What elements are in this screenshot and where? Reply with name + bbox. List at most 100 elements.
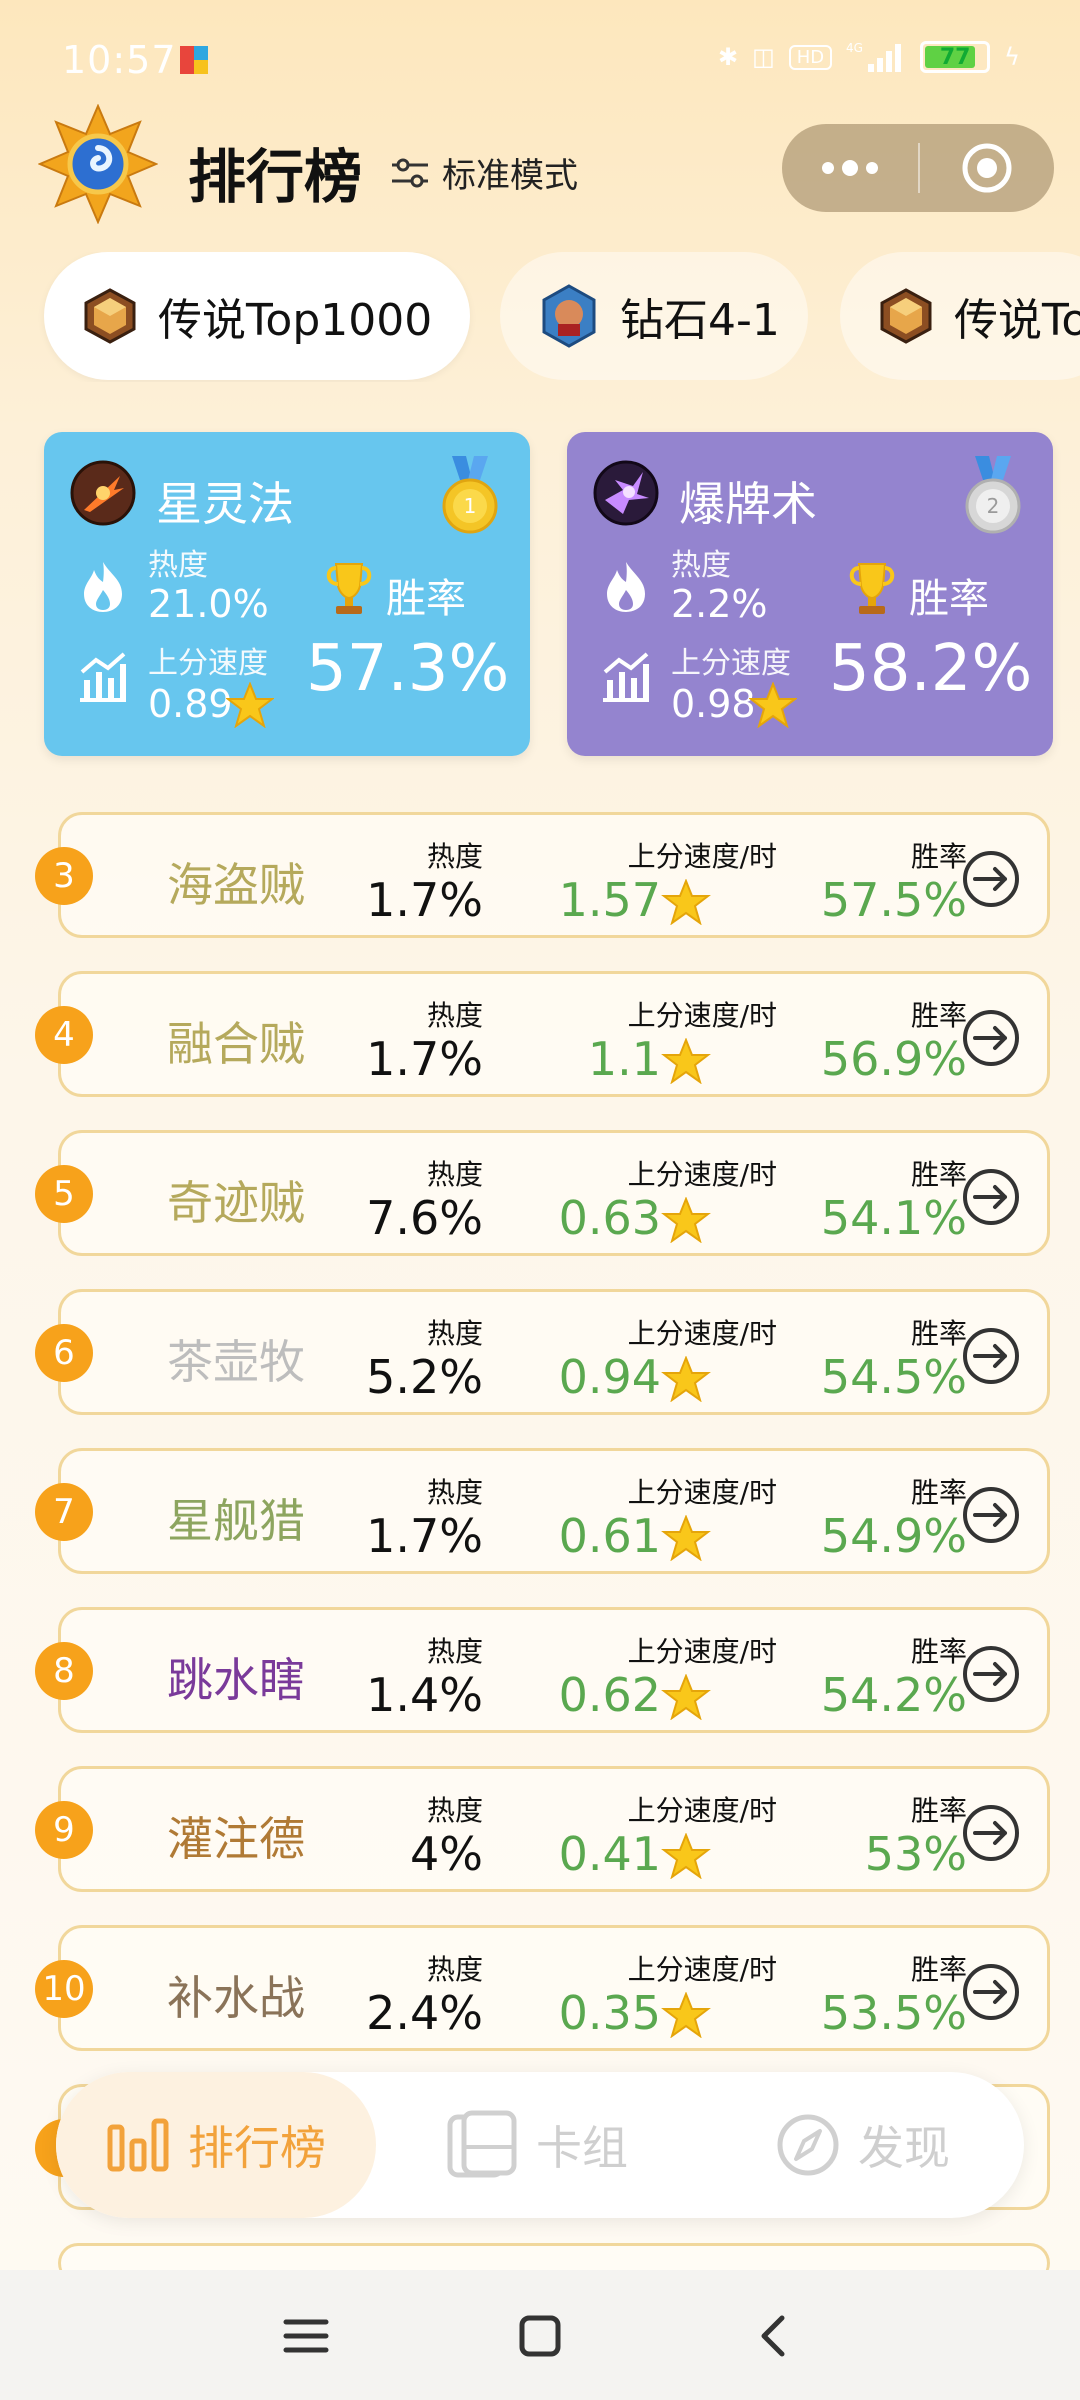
page-title: 排行榜	[188, 143, 363, 211]
winrate-label: 胜率	[910, 1476, 967, 1509]
rank-badge: 6	[35, 1324, 93, 1382]
battery-icon: 77	[920, 41, 991, 73]
flame-icon	[84, 562, 122, 612]
charging-icon: ϟ	[1004, 43, 1020, 71]
bluetooth-icon: ✱	[717, 43, 739, 71]
speed-value: 1.1	[587, 1032, 661, 1086]
star-icon	[661, 1356, 711, 1402]
popularity-value: 1.4%	[366, 1668, 483, 1722]
deck-row[interactable]: 4 融合贼 热度 1.7% 上分速度/时 1.1 胜率 56.9%	[35, 971, 1050, 1097]
nav-ranking[interactable]: 排行榜	[106, 2072, 326, 2218]
popularity-label: 热度	[426, 840, 483, 873]
speed-label: 上分速度/时	[627, 1635, 777, 1668]
popularity-value: 7.6%	[366, 1191, 483, 1245]
trophy-icon	[849, 563, 895, 614]
speed-value: 0.98	[671, 682, 756, 726]
winrate-label: 胜率	[910, 1635, 967, 1668]
winrate-label: 胜率	[386, 576, 466, 622]
rank-badge: 10	[35, 1960, 93, 2018]
winrate-value: 58.2%	[829, 632, 1033, 706]
deck-row[interactable]: 5 奇迹贼 热度 7.6% 上分速度/时 0.63 胜率 54.1%	[35, 1130, 1050, 1256]
speed-label: 上分速度/时	[627, 999, 777, 1032]
bottom-nav: 排行榜 卡组 发现	[56, 2072, 1024, 2218]
flame-icon	[607, 562, 645, 612]
speed-label: 上分速度/时	[627, 840, 777, 873]
popularity-label: 热度	[671, 548, 731, 583]
legend-rank-icon	[84, 288, 136, 344]
deck-row[interactable]: 8 跳水瞎 热度 1.4% 上分速度/时 0.62 胜率 54.2%	[35, 1607, 1050, 1733]
speed-value: 0.41	[558, 1827, 661, 1881]
back-icon[interactable]	[744, 2306, 804, 2366]
mode-label: 标准模式	[442, 156, 578, 196]
speed-label: 上分速度/时	[627, 1476, 777, 1509]
winrate-label: 胜率	[910, 1953, 967, 1986]
popularity-label: 热度	[426, 999, 483, 1032]
more-button[interactable]	[782, 124, 918, 212]
deck-name: 海盗贼	[167, 858, 305, 912]
vibrate-icon: ◫	[752, 43, 775, 71]
gold-medal-icon: 1	[442, 456, 498, 534]
nav-decks[interactable]: 卡组	[446, 2072, 628, 2218]
deck-row[interactable]: 7 星舰猎 热度 1.7% 上分速度/时 0.61 胜率 54.9%	[35, 1448, 1050, 1574]
arrow-right-circle-icon[interactable]	[961, 1803, 1021, 1863]
rank-tabs: 传说Top1000 钻石4-1 传说Top	[0, 252, 1080, 382]
winrate-value: 54.9%	[820, 1509, 967, 1563]
popularity-value: 1.7%	[366, 1509, 483, 1563]
winrate-value: 54.2%	[820, 1668, 967, 1722]
winrate-value: 53%	[864, 1827, 967, 1881]
top-deck-card-2[interactable]: 爆牌术 2 热度 2.2% 上分速度 0.98 胜率 58.2%	[567, 432, 1053, 756]
winrate-label: 胜率	[909, 576, 989, 622]
tab-legend-top1000[interactable]: 传说Top1000	[44, 252, 470, 380]
arrow-right-circle-icon[interactable]	[961, 1167, 1021, 1227]
trophy-icon	[326, 563, 372, 614]
mode-selector[interactable]: 标准模式	[390, 148, 578, 197]
deck-row[interactable]: 9 灌注德 热度 4% 上分速度/时 0.41 胜率 53%	[35, 1766, 1050, 1892]
star-icon	[661, 1833, 711, 1879]
mage-class-icon	[70, 460, 136, 526]
home-icon[interactable]	[510, 2306, 570, 2366]
popularity-value: 1.7%	[366, 1032, 483, 1086]
menu-icon[interactable]	[276, 2306, 336, 2366]
arrow-right-circle-icon[interactable]	[961, 1326, 1021, 1386]
winrate-value: 54.1%	[820, 1191, 967, 1245]
deck-row[interactable]: 6 茶壶牧 热度 5.2% 上分速度/时 0.94 胜率 54.5%	[35, 1289, 1050, 1415]
tab-legend-top[interactable]: 传说Top	[840, 252, 1080, 380]
tab-diamond[interactable]: 钻石4-1	[500, 252, 808, 380]
arrow-right-circle-icon[interactable]	[961, 1644, 1021, 1704]
winrate-label: 胜率	[910, 999, 967, 1032]
trend-chart-icon	[80, 652, 126, 702]
arrow-right-circle-icon[interactable]	[961, 1485, 1021, 1545]
speed-value: 0.94	[558, 1350, 661, 1404]
speed-value: 0.89	[148, 682, 233, 726]
speed-value: 0.35	[558, 1986, 661, 2040]
cards-icon	[447, 2110, 517, 2178]
diamond-rank-icon	[542, 284, 596, 348]
tab-label: 传说Top1000	[158, 295, 433, 346]
arrow-right-circle-icon[interactable]	[961, 849, 1021, 909]
deck-row[interactable]: 10 补水战 热度 2.4% 上分速度/时 0.35 胜率 53.5%	[35, 1925, 1050, 2051]
arrow-right-circle-icon[interactable]	[961, 1008, 1021, 1068]
svg-text:2: 2	[987, 494, 1000, 518]
app-notification-icon	[180, 46, 208, 74]
close-miniprogram-button[interactable]	[920, 124, 1054, 212]
deck-name: 奇迹贼	[167, 1176, 305, 1230]
winrate-value: 57.5%	[820, 873, 967, 927]
speed-label: 上分速度/时	[627, 1794, 777, 1827]
speed-label: 上分速度/时	[627, 1953, 777, 1986]
rank-badge: 5	[35, 1165, 93, 1223]
nav-label: 卡组	[536, 2121, 628, 2175]
popularity-label: 热度	[148, 548, 208, 583]
deck-name: 爆牌术	[679, 477, 817, 531]
winrate-label: 胜率	[910, 840, 967, 873]
star-icon	[661, 1515, 711, 1561]
speed-value: 0.61	[558, 1509, 661, 1563]
top-deck-card-1[interactable]: 星灵法 1 热度 21.0% 上分速度 0.89 胜率 57.3%	[44, 432, 530, 756]
deck-row[interactable]: 3 海盗贼 热度 1.7% 上分速度/时 1.57 胜率 57.5%	[35, 812, 1050, 938]
nav-discover[interactable]: 发现	[776, 2072, 950, 2218]
speed-value: 0.63	[558, 1191, 661, 1245]
speed-label: 上分速度	[671, 646, 791, 681]
speed-label: 上分速度/时	[627, 1317, 777, 1350]
popularity-label: 热度	[426, 1635, 483, 1668]
arrow-right-circle-icon[interactable]	[961, 1962, 1021, 2022]
star-icon	[749, 682, 797, 728]
